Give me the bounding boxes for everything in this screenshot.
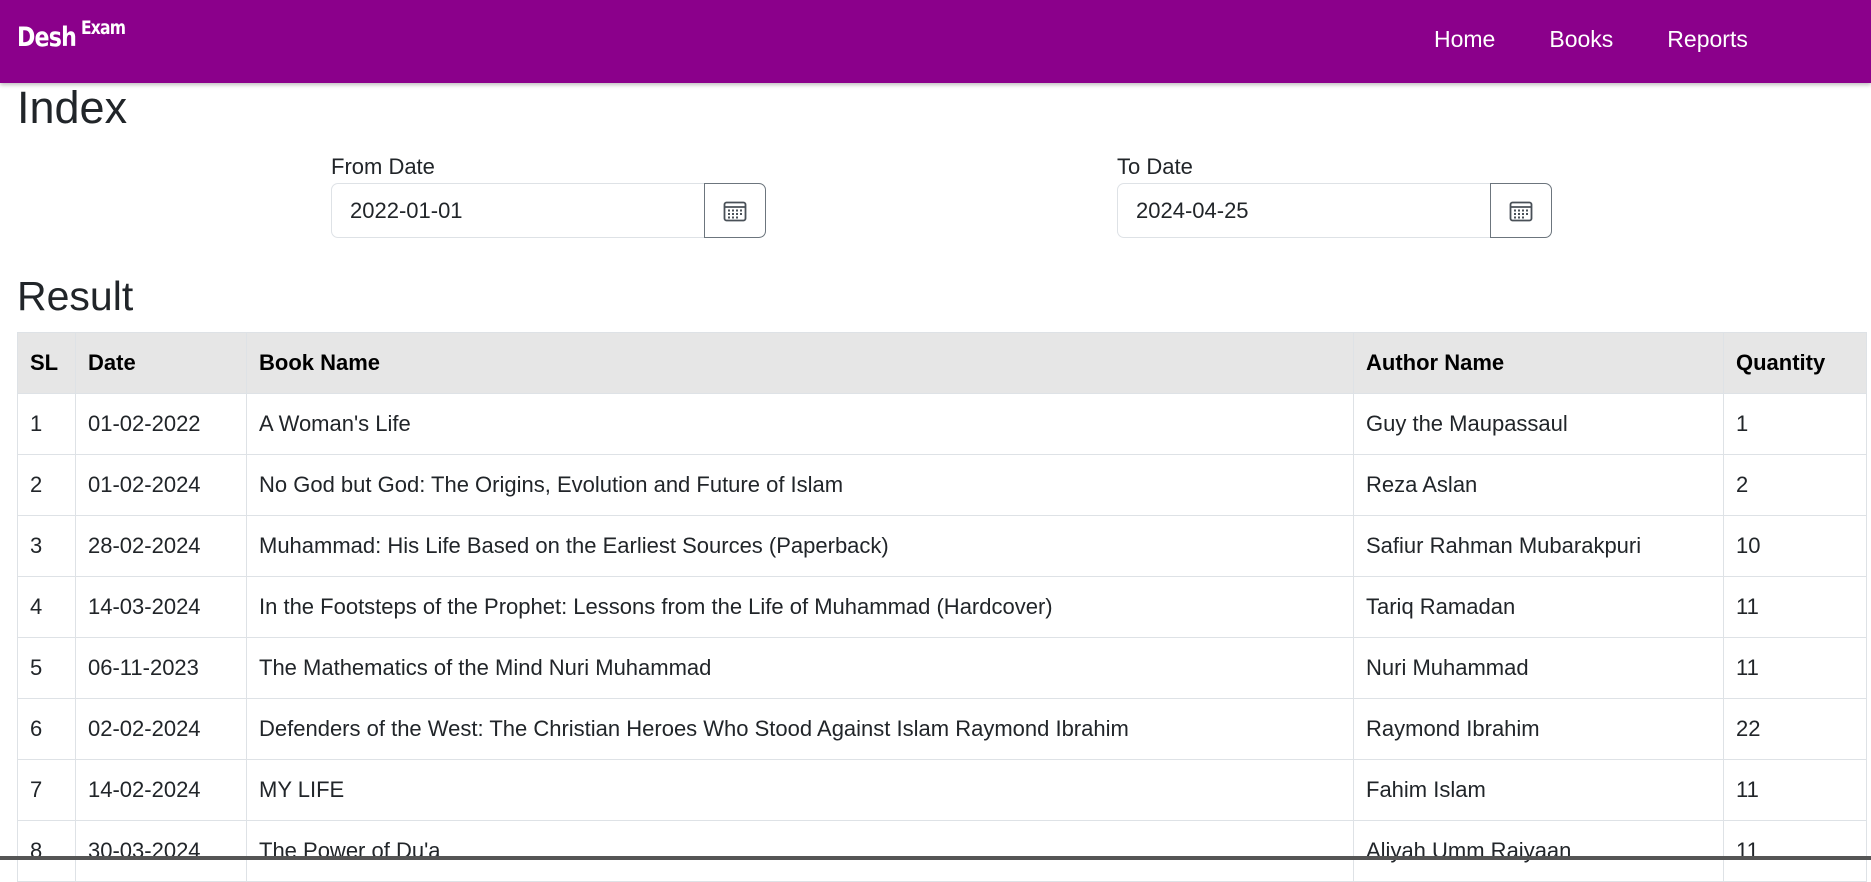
cell-sl: 1 [17,393,76,455]
to-date-label: To Date [1117,154,1193,179]
cell-sl: 2 [17,454,76,516]
cell-quantity: 10 [1723,515,1867,577]
top-navbar: Desh Exam Home Books Reports [0,0,1871,83]
cell-quantity: 1 [1723,393,1867,455]
result-heading: Result [17,273,134,319]
cell-date: 14-02-2024 [75,759,247,821]
to-date-group [1117,183,1552,238]
brand-superscript: Exam [80,17,126,39]
cell-sl: 3 [17,515,76,577]
from-date-input[interactable] [331,183,705,238]
calendar-icon [723,201,747,221]
cell-quantity: 22 [1723,698,1867,760]
brand-main: Desh [17,22,77,53]
to-date-input[interactable] [1117,183,1491,238]
cell-sl: 4 [17,576,76,638]
cell-book-name: Muhammad: His Life Based on the Earliest… [246,515,1354,577]
cell-author-name: Guy the Maupassaul [1353,393,1724,455]
table-row: 1 01-02-2022 A Woman's Life Guy the Maup… [17,393,1867,455]
table-row: 2 01-02-2024 No God but God: The Origins… [17,454,1867,516]
cell-date: 01-02-2024 [75,454,247,516]
nav-link-books[interactable]: Books [1549,26,1613,53]
cell-book-name: MY LIFE [246,759,1354,821]
cell-quantity: 11 [1723,759,1867,821]
from-date-calendar-button[interactable] [704,183,766,238]
nav-link-reports[interactable]: Reports [1667,26,1748,53]
window-bottom-edge [0,856,1871,860]
cell-date: 06-11-2023 [75,637,247,699]
header-sl: SL [17,332,76,394]
cell-author-name: Fahim Islam [1353,759,1724,821]
from-date-group [331,183,766,238]
cell-sl: 6 [17,698,76,760]
cell-quantity: 11 [1723,576,1867,638]
cell-quantity: 2 [1723,454,1867,516]
nav-links: Home Books Reports [1434,26,1802,53]
cell-date: 01-02-2022 [75,393,247,455]
cell-book-name: The Mathematics of the Mind Nuri Muhamma… [246,637,1354,699]
cell-author-name: Reza Aslan [1353,454,1724,516]
table-header-row: SL Date Book Name Author Name Quantity [17,332,1867,394]
cell-quantity: 11 [1723,820,1867,882]
nav-link-home[interactable]: Home [1434,26,1495,53]
cell-sl: 7 [17,759,76,821]
cell-date: 02-02-2024 [75,698,247,760]
header-author-name: Author Name [1353,332,1724,394]
to-date-calendar-button[interactable] [1490,183,1552,238]
cell-book-name: The Power of Du'a [246,820,1354,882]
cell-book-name: In the Footsteps of the Prophet: Lessons… [246,576,1354,638]
cell-author-name: Aliyah Umm Raiyaan [1353,820,1724,882]
cell-author-name: Tariq Ramadan [1353,576,1724,638]
calendar-icon [1509,201,1533,221]
table-row: 8 30-03-2024 The Power of Du'a Aliyah Um… [17,820,1867,882]
cell-date: 14-03-2024 [75,576,247,638]
cell-date: 30-03-2024 [75,820,247,882]
from-date-label: From Date [331,154,435,179]
brand-logo[interactable]: Desh Exam [17,17,126,53]
header-date: Date [75,332,247,394]
cell-author-name: Nuri Muhammad [1353,637,1724,699]
cell-author-name: Raymond Ibrahim [1353,698,1724,760]
cell-author-name: Safiur Rahman Mubarakpuri [1353,515,1724,577]
header-book-name: Book Name [246,332,1354,394]
cell-date: 28-02-2024 [75,515,247,577]
results-table: SL Date Book Name Author Name Quantity 1… [17,332,1867,882]
table-row: 6 02-02-2024 Defenders of the West: The … [17,698,1867,760]
cell-book-name: No God but God: The Origins, Evolution a… [246,454,1354,516]
header-quantity: Quantity [1723,332,1867,394]
cell-book-name: Defenders of the West: The Christian Her… [246,698,1354,760]
cell-quantity: 11 [1723,637,1867,699]
table-row: 5 06-11-2023 The Mathematics of the Mind… [17,637,1867,699]
cell-sl: 8 [17,820,76,882]
table-row: 3 28-02-2024 Muhammad: His Life Based on… [17,515,1867,577]
table-row: 7 14-02-2024 MY LIFE Fahim Islam 11 [17,759,1867,821]
cell-book-name: A Woman's Life [246,393,1354,455]
cell-sl: 5 [17,637,76,699]
table-row: 4 14-03-2024 In the Footsteps of the Pro… [17,576,1867,638]
page-title: Index [17,82,128,133]
